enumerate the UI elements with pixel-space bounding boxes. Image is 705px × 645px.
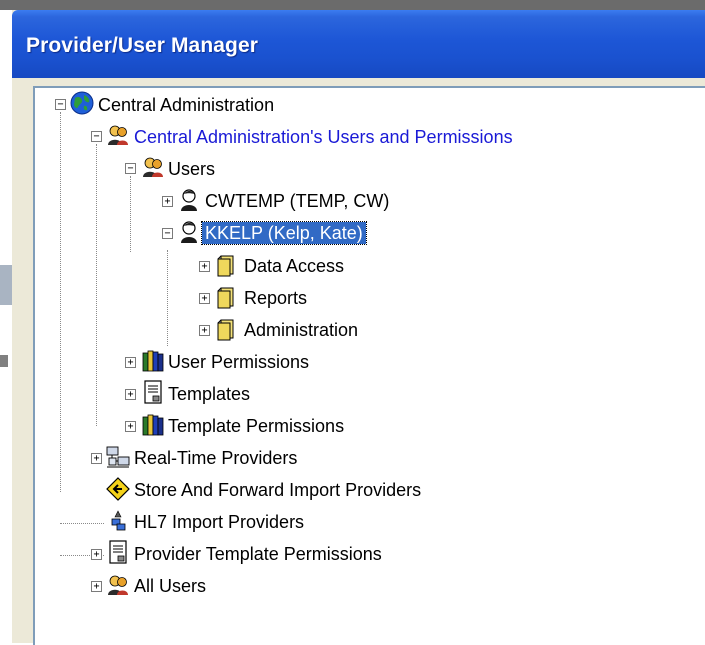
tree-node-label: Data Access <box>244 256 345 276</box>
provider-user-manager-window: Provider/User Manager − Central Administ… <box>12 10 705 645</box>
expand-toggle[interactable]: + <box>91 453 102 464</box>
tree-node-label: Store And Forward Import Providers <box>134 480 422 500</box>
tree-node-label: Template Permissions <box>168 416 345 436</box>
tree-node-label: Reports <box>244 288 308 308</box>
tree-node-label: Real-Time Providers <box>134 448 298 468</box>
tree-node-label: CWTEMP (TEMP, CW) <box>205 191 390 211</box>
tree-node-user-permissions[interactable]: + User Permissions <box>35 348 705 376</box>
desktop-band <box>0 265 12 305</box>
tree-node-administration[interactable]: + Administration <box>35 316 705 344</box>
tree-node-label-selected: KKELP (Kelp, Kate) <box>201 221 367 245</box>
tree-node-template-permissions[interactable]: + Template Permissions <box>35 412 705 440</box>
tree-node-store-forward-providers[interactable]: Store And Forward Import Providers <box>35 476 705 504</box>
expand-toggle[interactable]: + <box>162 196 173 207</box>
tree-node-reports[interactable]: + Reports <box>35 284 705 312</box>
user-icon <box>181 189 197 211</box>
tree-node-label: Users <box>168 159 216 179</box>
network-icon <box>106 446 130 468</box>
tree-node-user-cwtemp[interactable]: + CWTEMP (TEMP, CW) <box>35 187 705 215</box>
user-icon <box>181 221 197 243</box>
title-bar[interactable]: Provider/User Manager <box>12 10 705 78</box>
users-icon <box>143 157 163 177</box>
users-icon <box>108 575 128 595</box>
document-icon <box>144 380 162 404</box>
tree-node-central-administration[interactable]: − Central Administration <box>35 91 705 119</box>
collapse-toggle[interactable]: − <box>125 163 136 174</box>
tree-node-all-users[interactable]: + All Users <box>35 572 705 600</box>
window-title: Provider/User Manager <box>26 34 259 57</box>
tree-node-user-kkelp[interactable]: − KKELP (Kelp, Kate) <box>35 219 705 247</box>
globe-icon <box>70 91 94 115</box>
tree-node-label: Central Administration <box>98 95 275 115</box>
expand-toggle[interactable]: + <box>125 421 136 432</box>
tree-node-data-access[interactable]: + Data Access <box>35 252 705 280</box>
tree-pane[interactable]: − Central Administration − Central Admin… <box>33 86 705 645</box>
collapse-toggle[interactable]: − <box>55 99 66 110</box>
tree-node-admin-users-permissions[interactable]: − Central Administration's Users and Per… <box>35 123 705 151</box>
tree-node-label: Templates <box>168 384 251 404</box>
expand-toggle[interactable]: + <box>125 389 136 400</box>
books-icon <box>142 414 164 436</box>
expand-toggle[interactable]: + <box>125 357 136 368</box>
tree-node-realtime-providers[interactable]: + Real-Time Providers <box>35 444 705 472</box>
diamond-arrow-icon <box>106 477 130 501</box>
tree-node-label: Administration <box>244 320 359 340</box>
tree-node-label: HL7 Import Providers <box>134 512 305 532</box>
collapse-toggle[interactable]: − <box>162 228 173 239</box>
users-icon <box>108 125 128 145</box>
document-icon <box>109 540 127 564</box>
tree-node-templates[interactable]: + Templates <box>35 380 705 408</box>
provider-user-tree[interactable]: − Central Administration − Central Admin… <box>35 88 705 645</box>
hl7-icon <box>111 510 126 531</box>
expand-toggle[interactable]: + <box>199 293 210 304</box>
tree-node-label: Central Administration's Users and Permi… <box>134 127 513 147</box>
collapse-toggle[interactable]: − <box>91 131 102 142</box>
expand-toggle[interactable]: + <box>91 581 102 592</box>
expand-toggle[interactable]: + <box>199 261 210 272</box>
desktop-edge-left <box>0 10 12 643</box>
tree-node-users[interactable]: − Users <box>35 155 705 183</box>
expand-toggle[interactable]: + <box>199 325 210 336</box>
folder-icon <box>217 319 234 341</box>
folder-icon <box>217 255 234 277</box>
tree-node-label: All Users <box>134 576 207 596</box>
tree-node-hl7-import-providers[interactable]: HL7 Import Providers <box>35 508 705 536</box>
tree-node-provider-template-permissions[interactable]: + Provider Template Permissions <box>35 540 705 568</box>
expand-toggle[interactable]: + <box>91 549 102 560</box>
tree-node-label: Provider Template Permissions <box>134 544 382 564</box>
tree-node-label: User Permissions <box>168 352 310 372</box>
books-icon <box>142 350 164 372</box>
desktop-edge-top <box>0 0 705 10</box>
desktop-band-small <box>0 355 8 367</box>
folder-icon <box>217 287 234 309</box>
